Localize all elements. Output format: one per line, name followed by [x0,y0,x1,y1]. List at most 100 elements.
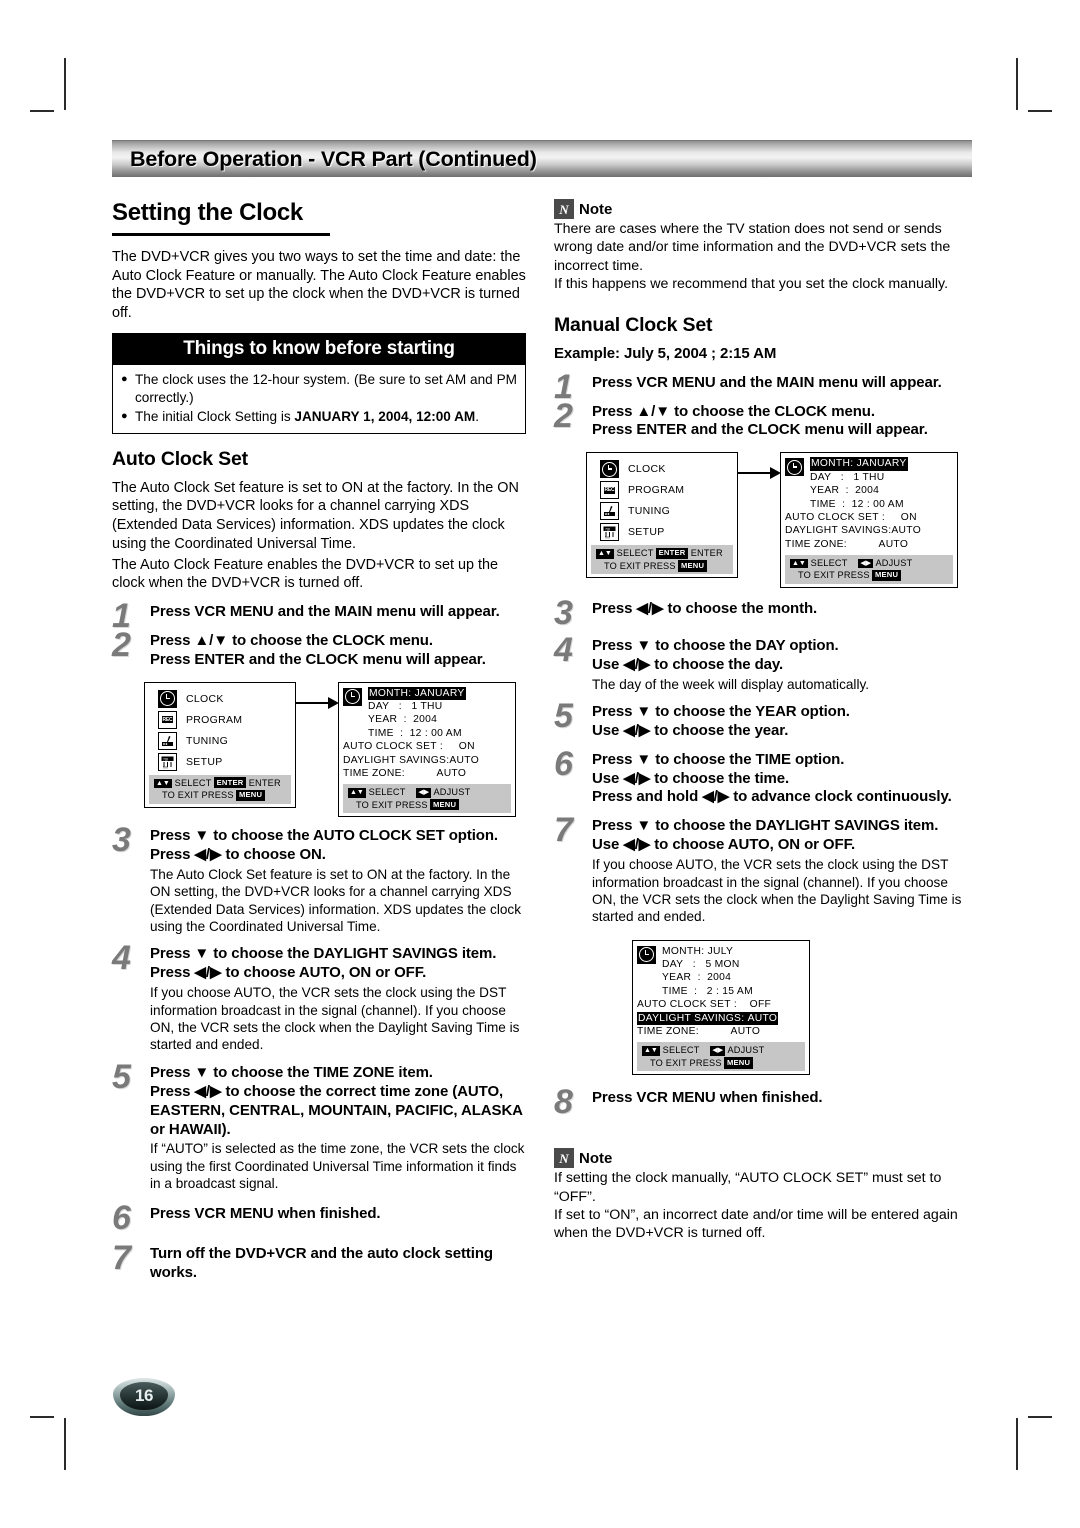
osd-footer-row-2: TO EXIT PRESS MENU [348,799,508,811]
svg-text:hm: hm [605,536,610,540]
clock-icon [637,945,656,964]
osd-hint-adjust: ADJUST [875,558,913,568]
section-title-underline [112,233,330,236]
osd-clock-fields-lower: AUTO CLOCK SET : OFF DAYLIGHT SAVINGS: A… [637,998,805,1038]
osd-hint-select: SELECT [616,548,654,559]
osd-clock-menu-screen: MONTH: JANUARY DAY : 1 THU YEAR : 2004 T… [780,452,958,588]
step-number: 4 [112,939,131,978]
osd-flow-arrow [296,696,339,709]
step-text-3: Press and hold ◀/▶ to advance clock cont… [592,788,952,806]
step-text-2: Press ENTER and the CLOCK menu will appe… [592,421,928,439]
step-text-2: Use ◀/▶ to choose AUTO, ON or OFF. [592,836,856,854]
osd-row-time-zone[interactable]: TIME ZONE: AUTO [343,767,511,780]
osd-menu-label: TUNING [628,505,671,518]
section-title-setting-the-clock: Setting the Clock [112,199,303,226]
clock-icon [158,689,177,708]
osd-row-month[interactable]: MONTH: JULY [662,945,753,958]
setup-icon: 7|8 hm [600,523,619,542]
osd-menu-label: SETUP [628,526,665,539]
step-text: Press VCR MENU and the MAIN menu will ap… [150,603,500,620]
step-text-2: Press ◀/▶ to choose the correct time zon… [150,1082,523,1138]
osd-menu-item-setup[interactable]: 7|8 hm SETUP [600,523,733,542]
step-detail: If you choose AUTO, the VCR sets the clo… [150,985,520,1053]
page-header-bar: Before Operation - VCR Part (Continued) [112,140,972,177]
crop-mark-top-left-v [64,58,66,110]
osd-hint-exit: TO EXIT PRESS [356,799,428,810]
osd-row-time[interactable]: TIME : 12 : 00 AM [368,727,466,740]
step-text: Press VCR MENU when finished. [150,1204,381,1222]
osd-footer-row-1: ▲▼ SELECT ENTER ENTER [154,777,288,789]
auto-clock-paragraph-2: The Auto Clock Feature enables the DVD+V… [112,556,498,592]
leftright-pad-icon: ◀▶ [858,559,874,569]
enter-key-chip: ENTER [214,777,246,789]
osd-menu-label: PROGRAM [628,484,685,497]
note-header-bottom: N Note [554,1148,972,1169]
osd-row-auto-clock-set[interactable]: AUTO CLOCK SET : OFF [637,998,805,1011]
clock-icon [785,458,804,477]
step-text-2: Press ◀/▶ to choose AUTO, ON or OFF. [150,964,427,982]
rec-icon: REC [158,710,177,729]
things-to-know-list: ● The clock uses the 12-hour system. (Be… [113,365,525,433]
osd-menu-item-program[interactable]: REC PROGRAM [158,710,291,729]
note-icon: N [554,199,574,219]
osd-menu-item-tuning[interactable]: TUNING [158,731,291,750]
tuner-icon [600,502,619,521]
step-detail: If “AUTO” is selected as the time zone, … [150,1141,525,1192]
osd-row-time-zone[interactable]: TIME ZONE: AUTO [785,538,953,551]
bullet-icon: ● [121,409,128,422]
crop-mark-bottom-right-v [1016,1418,1018,1470]
updown-pad-icon: ▲▼ [154,778,172,789]
osd-menu-item-setup[interactable]: 7|8 hm SETUP [158,752,291,771]
osd-row-time[interactable]: TIME : 12 : 00 AM [810,498,908,511]
crop-mark-bottom-right-h [1028,1416,1052,1418]
osd-row-time[interactable]: TIME : 2 : 15 AM [662,985,753,998]
osd-row-daylight-savings[interactable]: DAYLIGHT SAVINGS:AUTO [343,754,511,767]
step-text: Press ▼ to choose the DAYLIGHT SAVINGS i… [150,945,497,963]
step-number: 3 [554,593,573,632]
step-text: Press ▼ to choose the DAY option. [592,636,839,654]
osd-main-menu-screen: CLOCK REC PROGRAM TUNING 7|8 hm SETUP ▲▼… [144,681,296,808]
osd-diagram-july: MONTH: JULY DAY : 5 MON YEAR : 2004 TIME… [632,939,972,1076]
step-text: Press ▼ to choose the DAYLIGHT SAVINGS i… [592,817,939,835]
bullet-icon: ● [121,372,128,385]
osd-row-auto-clock-set[interactable]: AUTO CLOCK SET : ON [785,511,953,524]
osd-hint-adjust: ADJUST [727,1045,765,1056]
osd-footer-hints: ▲▼ SELECT ENTER ENTER TO EXIT PRESS MENU [149,774,291,804]
osd-row-month[interactable]: MONTH: JANUARY [368,686,466,701]
osd-hint-exit: TO EXIT PRESS [604,560,676,571]
svg-text:7|8: 7|8 [163,757,168,761]
osd-row-month[interactable]: MONTH: JANUARY [810,457,908,471]
osd-footer-hints: ▲▼ SELECT ◀▶ ADJUST TO EXIT PRESS MENU [637,1042,805,1072]
osd-row-auto-clock-set[interactable]: AUTO CLOCK SET : ON [343,740,511,753]
osd-clock-menu-july-screen: MONTH: JULY DAY : 5 MON YEAR : 2004 TIME… [632,939,810,1076]
osd-menu-item-clock[interactable]: CLOCK [600,460,733,479]
updown-pad-icon: ▲▼ [642,1046,660,1056]
osd-hint-enter: ENTER [248,777,281,788]
step-item: 1 Press VCR MENU and the MAIN menu will … [112,599,526,633]
osd-row-daylight-savings[interactable]: DAYLIGHT SAVINGS:AUTO [785,524,953,537]
note-icon: N [554,1148,574,1169]
osd-footer-row-2: TO EXIT PRESS MENU [790,569,950,582]
osd-menu-item-clock[interactable]: CLOCK [158,689,291,708]
step-item: 7 Press ▼ to choose the DAYLIGHT SAVINGS… [554,813,972,925]
subsection-title-auto-clock-set: Auto Clock Set [112,447,248,470]
menu-key-chip: MENU [678,560,707,572]
osd-row-day[interactable]: DAY : 5 MON [662,958,753,971]
osd-row-year[interactable]: YEAR : 2004 [810,484,908,497]
osd-row-time-zone[interactable]: TIME ZONE: AUTO [637,1025,805,1038]
step-text-2: Use ◀/▶ to choose the day. [592,655,784,673]
osd-row-daylight-savings[interactable]: DAYLIGHT SAVINGS: AUTO [637,1011,805,1025]
osd-row-year[interactable]: YEAR : 2004 [368,713,466,726]
osd-row-day[interactable]: DAY : 1 THU [368,700,466,713]
osd-footer-hints: ▲▼ SELECT ◀▶ ADJUST TO EXIT PRESS MENU [343,784,511,814]
osd-row-day[interactable]: DAY : 1 THU [810,471,908,484]
step-item: 6 Press ▼ to choose the TIME option. Use… [554,747,972,808]
tuner-icon [158,731,177,750]
osd-row-year[interactable]: YEAR : 2004 [662,971,753,984]
step-item: 6 Press VCR MENU when finished. [112,1201,526,1235]
tip-text-2: The initial Clock Setting is JANUARY 1, … [135,408,480,424]
osd-hint-select: SELECT [174,777,212,788]
osd-menu-item-tuning[interactable]: TUNING [600,502,733,521]
osd-menu-item-program[interactable]: REC PROGRAM [600,481,733,500]
svg-text:7|8: 7|8 [605,528,610,532]
